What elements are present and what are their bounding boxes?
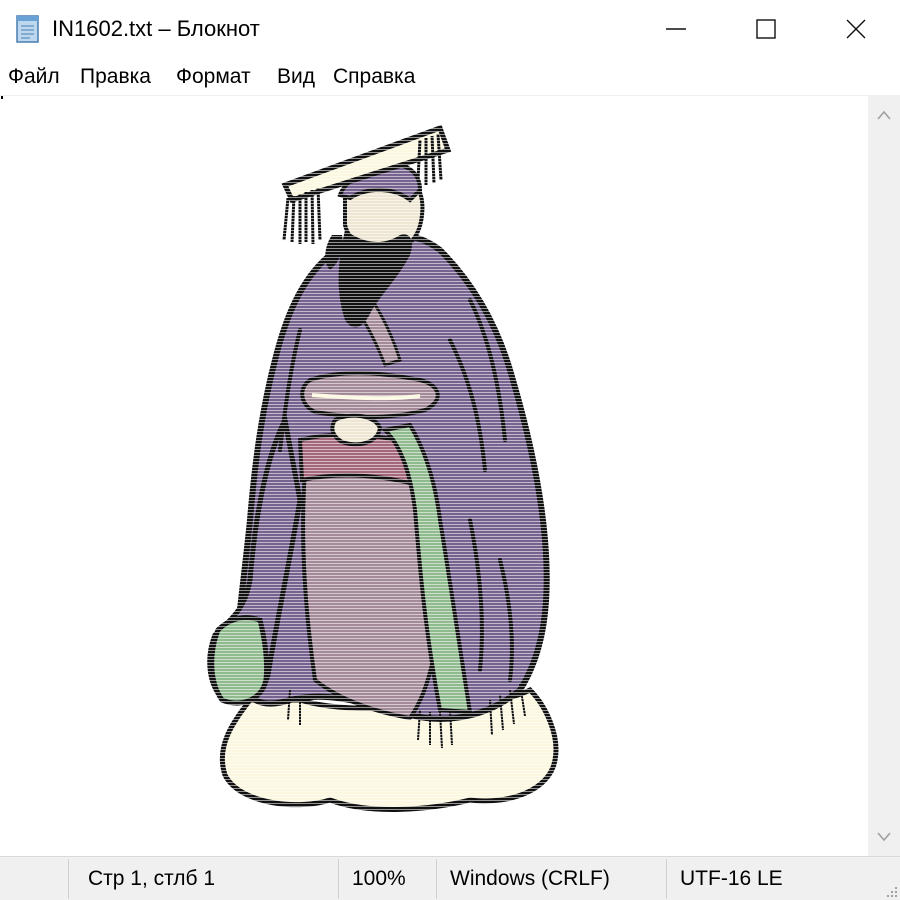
text-editor-area[interactable] [0, 96, 868, 856]
status-divider [338, 859, 339, 899]
resize-grip-icon[interactable] [884, 884, 898, 898]
close-icon [846, 19, 866, 39]
scroll-down-button[interactable] [868, 822, 900, 852]
maximize-icon [756, 19, 776, 39]
menu-view[interactable]: Вид [277, 64, 315, 90]
status-divider [436, 859, 437, 899]
status-zoom: 100% [352, 867, 406, 890]
menu-help[interactable]: Справка [333, 64, 415, 90]
ascii-art-emperor [200, 120, 570, 820]
menu-edit[interactable]: Правка [80, 64, 151, 90]
notepad-icon [14, 14, 42, 44]
chevron-down-icon [877, 832, 891, 842]
status-bar: Стр 1, стлб 1 100% Windows (CRLF) UTF-16… [0, 856, 900, 900]
vertical-scrollbar[interactable] [868, 96, 900, 856]
status-divider [666, 859, 667, 899]
minimize-icon [666, 28, 686, 30]
close-button[interactable] [810, 0, 900, 58]
status-cursor-position: Стр 1, стлб 1 [88, 867, 216, 890]
scroll-up-button[interactable] [868, 100, 900, 130]
title-bar[interactable]: IN1602.txt – Блокнот [0, 0, 900, 58]
status-divider [68, 859, 69, 899]
status-line-endings: Windows (CRLF) [450, 867, 610, 890]
menu-bar: Файл Правка Формат Вид Справка [0, 58, 900, 96]
maximize-button[interactable] [720, 0, 812, 58]
chevron-up-icon [877, 110, 891, 120]
window-title: IN1602.txt – Блокнот [52, 16, 260, 41]
status-encoding: UTF-16 LE [680, 867, 783, 890]
minimize-button[interactable] [630, 0, 722, 58]
menu-format[interactable]: Формат [176, 64, 251, 90]
menu-file[interactable]: Файл [8, 64, 60, 90]
